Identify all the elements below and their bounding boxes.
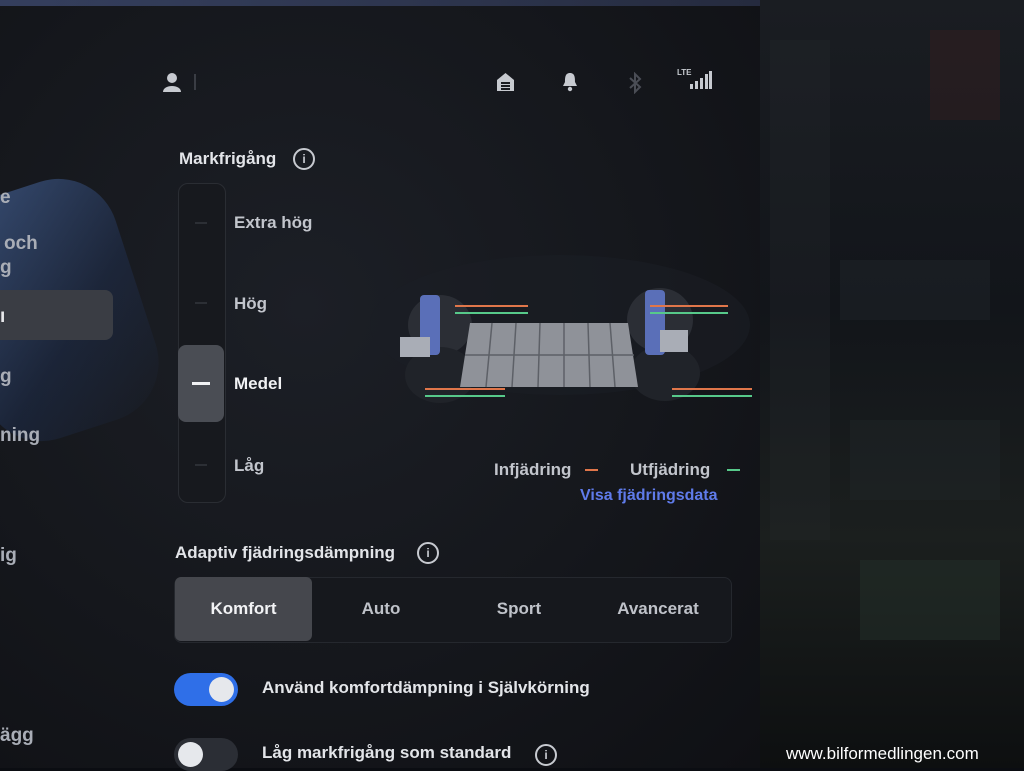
- divider: [194, 74, 196, 90]
- height-tick: [195, 464, 207, 466]
- info-icon[interactable]: i: [417, 542, 439, 564]
- background-reflection: [760, 0, 1024, 768]
- height-option-extra-high[interactable]: Extra hög: [234, 213, 312, 233]
- sidebar-item[interactable]: ning: [0, 425, 40, 447]
- bell-icon[interactable]: [562, 72, 578, 97]
- low-ride-height-default-label: Låg markfrigång som standard: [262, 743, 512, 762]
- garage-icon[interactable]: [496, 72, 515, 97]
- comfort-damping-autopilot-toggle[interactable]: [174, 673, 238, 706]
- profile-icon[interactable]: [163, 72, 181, 97]
- low-ride-height-default-toggle[interactable]: [174, 738, 238, 771]
- compression-label: Infjädring: [494, 460, 572, 479]
- info-icon[interactable]: i: [535, 744, 557, 766]
- sidebar-item[interactable]: g: [0, 257, 12, 279]
- chassis-illustration: [360, 255, 760, 435]
- damping-title: Adaptiv fjädringsdämpning: [175, 543, 396, 562]
- watermark: www.bilformedlingen.com: [786, 744, 979, 763]
- rebound-label: Utfjädring: [630, 460, 711, 479]
- sidebar-item[interactable]: g: [0, 366, 12, 388]
- sidebar-item-selected[interactable]: ı: [0, 306, 5, 328]
- damping-option-advanced[interactable]: Avancerat: [588, 577, 728, 641]
- sidebar-item[interactable]: ägg: [0, 725, 34, 747]
- ride-height-selector[interactable]: [178, 183, 226, 503]
- compression-legend-swatch: [585, 469, 598, 471]
- damping-option-comfort[interactable]: Komfort: [175, 577, 312, 641]
- ride-height-thumb[interactable]: [178, 345, 224, 422]
- sidebar-item[interactable]: och: [4, 233, 38, 255]
- sidebar-selected-highlight: [0, 290, 113, 340]
- height-option-medium[interactable]: Medel: [234, 374, 282, 394]
- damping-option-auto[interactable]: Auto: [312, 577, 450, 641]
- sidebar-item[interactable]: ig: [0, 545, 17, 567]
- damping-option-sport[interactable]: Sport: [450, 577, 588, 641]
- show-suspension-data-link[interactable]: Visa fjädringsdata: [580, 487, 718, 505]
- height-option-low[interactable]: Låg: [234, 456, 264, 476]
- bluetooth-icon[interactable]: [628, 71, 642, 99]
- rebound-legend-swatch: [727, 469, 740, 471]
- height-tick: [195, 222, 207, 224]
- sidebar-item[interactable]: e: [0, 187, 11, 209]
- height-option-high[interactable]: Hög: [234, 294, 267, 314]
- info-icon[interactable]: i: [293, 148, 315, 170]
- ride-height-title: Markfrigång: [179, 149, 277, 168]
- comfort-damping-autopilot-label: Använd komfortdämpning i Självkörning: [262, 678, 590, 697]
- height-tick: [195, 302, 207, 304]
- signal-strength-icon: [690, 71, 712, 94]
